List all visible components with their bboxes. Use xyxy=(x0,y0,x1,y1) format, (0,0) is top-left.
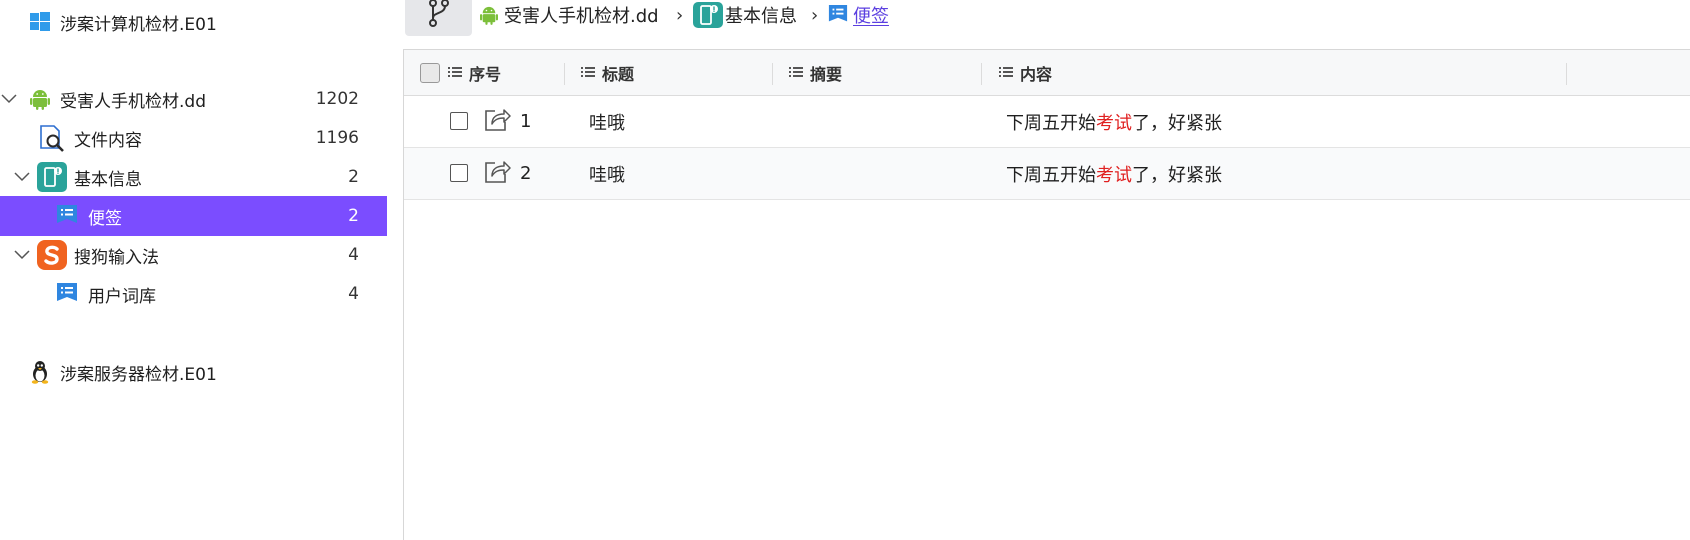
tree-item-label: 便签 xyxy=(88,208,122,229)
breadcrumb-item-basic-info[interactable]: 基本信息 xyxy=(693,2,797,28)
item-count: 4 xyxy=(348,245,359,265)
open-external-icon[interactable] xyxy=(483,107,511,137)
keyword-highlight: 考试 xyxy=(1096,112,1132,134)
cell-index: 1 xyxy=(520,111,532,132)
row-checkbox[interactable] xyxy=(450,112,468,130)
windows-icon xyxy=(25,7,55,37)
tree-item-label: 搜狗输入法 xyxy=(74,247,159,268)
table-row[interactable]: 2 哇哦 下周五开始 考试 了，好紧张 xyxy=(404,148,1690,200)
tree-item-basic-info[interactable]: 基本信息 2 xyxy=(0,157,387,197)
column-label: 序号 xyxy=(469,64,502,84)
table-row[interactable]: 1 哇哦 下周五开始 考试 了，好紧张 xyxy=(404,96,1690,148)
list-icon xyxy=(448,63,462,82)
item-count: 2 xyxy=(348,167,359,187)
note-icon xyxy=(828,4,848,26)
breadcrumb-separator: › xyxy=(811,4,819,26)
list-icon xyxy=(789,63,803,82)
tree-item-label: 涉案计算机检材.E01 xyxy=(60,14,217,35)
column-header-title[interactable]: 标题 xyxy=(581,50,634,95)
tree-item-user-dictionary[interactable]: 用户词库 4 xyxy=(0,274,387,314)
list-icon xyxy=(581,63,595,82)
notes-table: 序号 标题 摘要 内容 1 哇哦 下周五开始 考试 了，好紧张 2 哇哦 下周五… xyxy=(403,49,1690,540)
table-header: 序号 标题 摘要 内容 xyxy=(404,50,1690,96)
column-divider[interactable] xyxy=(772,63,773,85)
branch-icon xyxy=(426,0,452,32)
keyword-highlight: 考试 xyxy=(1096,164,1132,186)
chevron-down-icon[interactable] xyxy=(13,246,31,264)
branch-button[interactable] xyxy=(405,0,472,36)
tree-item-label: 受害人手机检材.dd xyxy=(60,91,206,112)
chevron-down-icon[interactable] xyxy=(0,90,18,108)
android-icon xyxy=(25,84,55,114)
content-text: 下周五开始 xyxy=(1006,164,1096,186)
column-header-summary[interactable]: 摘要 xyxy=(789,50,842,95)
item-count: 4 xyxy=(348,284,359,304)
cell-content: 下周五开始 考试 了，好紧张 xyxy=(1006,96,1222,147)
list-icon xyxy=(999,63,1013,82)
column-divider[interactable] xyxy=(981,63,982,85)
select-all-checkbox[interactable] xyxy=(420,63,440,83)
tree-item-notes[interactable]: 便签 2 xyxy=(0,196,387,236)
content-text: 下周五开始 xyxy=(1006,112,1096,134)
cell-title: 哇哦 xyxy=(589,164,625,186)
item-count: 2 xyxy=(348,206,359,226)
row-checkbox[interactable] xyxy=(450,164,468,182)
breadcrumb-label: 受害人手机检材.dd xyxy=(504,6,659,27)
main-panel: 受害人手机检材.dd › 基本信息 › 便签 序号 标题 摘要 内容 1 哇哦 … xyxy=(403,0,1690,540)
cell-index: 2 xyxy=(520,163,532,184)
breadcrumb-label: 基本信息 xyxy=(725,6,797,27)
cell-title: 哇哦 xyxy=(589,112,625,134)
column-label: 标题 xyxy=(602,64,635,84)
tree-item-computer-image[interactable]: 涉案计算机检材.E01 xyxy=(0,2,387,42)
file-search-icon xyxy=(37,123,67,153)
cell-content: 下周五开始 考试 了，好紧张 xyxy=(1006,148,1222,199)
tree-item-label: 用户词库 xyxy=(88,286,156,307)
item-count: 1202 xyxy=(315,89,359,109)
phone-info-icon xyxy=(37,162,67,192)
open-external-icon[interactable] xyxy=(483,159,511,189)
chevron-down-icon[interactable] xyxy=(13,168,31,186)
column-header-index[interactable]: 序号 xyxy=(448,50,501,95)
linux-icon xyxy=(25,357,55,387)
breadcrumb-item-notes[interactable]: 便签 xyxy=(828,2,889,28)
note-icon xyxy=(52,201,82,231)
tree-item-label: 涉案服务器检材.E01 xyxy=(60,364,217,385)
tree-item-label: 基本信息 xyxy=(74,169,142,190)
breadcrumb-separator: › xyxy=(676,4,684,26)
tree-item-label: 文件内容 xyxy=(74,130,142,151)
breadcrumb-item-phone-image[interactable]: 受害人手机检材.dd xyxy=(480,2,659,28)
column-divider[interactable] xyxy=(1566,63,1567,85)
note-icon xyxy=(52,279,82,309)
content-text: 了，好紧张 xyxy=(1132,112,1222,134)
item-count: 1196 xyxy=(315,128,359,148)
column-divider[interactable] xyxy=(564,63,565,85)
android-icon xyxy=(480,5,498,25)
content-text: 了，好紧张 xyxy=(1132,164,1222,186)
column-label: 内容 xyxy=(1020,64,1053,84)
column-header-content[interactable]: 内容 xyxy=(999,50,1052,95)
tree-item-file-content[interactable]: 文件内容 1196 xyxy=(0,118,387,158)
column-label: 摘要 xyxy=(810,64,843,84)
sogou-icon xyxy=(37,240,67,270)
tree-item-server-image[interactable]: 涉案服务器检材.E01 xyxy=(0,352,387,392)
evidence-tree-sidebar: 涉案计算机检材.E01 受害人手机检材.dd 1202 文件内容 1196 基本… xyxy=(0,0,387,539)
tree-item-sogou[interactable]: 搜狗输入法 4 xyxy=(0,235,387,275)
phone-info-icon xyxy=(693,2,723,28)
breadcrumb-label: 便签 xyxy=(853,6,889,27)
breadcrumb: 受害人手机检材.dd › 基本信息 › 便签 xyxy=(403,0,1690,40)
tree-item-phone-image[interactable]: 受害人手机检材.dd 1202 xyxy=(0,79,387,119)
